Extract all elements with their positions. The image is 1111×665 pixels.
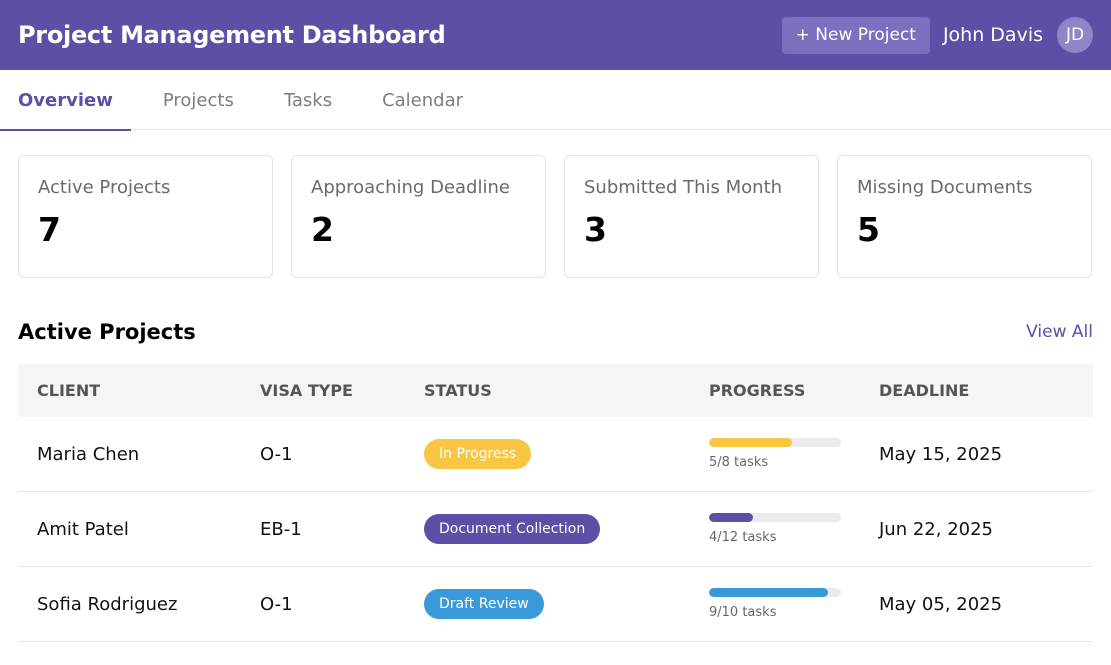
progress-cell: 5/8 tasks bbox=[709, 438, 879, 470]
avatar[interactable]: JD bbox=[1057, 17, 1093, 53]
projects-table: CLIENT VISA TYPE STATUS PROGRESS DEADLIN… bbox=[18, 364, 1093, 642]
stat-value: 5 bbox=[857, 210, 880, 249]
visa-type: O-1 bbox=[260, 443, 293, 465]
progress-fill bbox=[709, 513, 753, 522]
progress-text: 5/8 tasks bbox=[709, 455, 769, 470]
stat-value: 2 bbox=[311, 210, 334, 249]
tab-projects[interactable]: Projects bbox=[145, 70, 252, 130]
stats-cards: Active Projects 7 Approaching Deadline 2… bbox=[0, 130, 1111, 278]
column-header-visa-type[interactable]: VISA TYPE bbox=[260, 381, 424, 400]
client-name: Amit Patel bbox=[37, 518, 129, 540]
tab-tasks[interactable]: Tasks bbox=[266, 70, 350, 130]
stat-label: Submitted This Month bbox=[584, 177, 783, 198]
stat-card-submitted-this-month: Submitted This Month 3 bbox=[564, 155, 819, 278]
stat-value: 3 bbox=[584, 210, 607, 249]
visa-type: O-1 bbox=[260, 593, 293, 615]
user-name[interactable]: John Davis bbox=[943, 24, 1043, 46]
stat-label: Missing Documents bbox=[857, 177, 1033, 198]
stat-card-approaching-deadline: Approaching Deadline 2 bbox=[291, 155, 546, 278]
progress-bar bbox=[709, 513, 841, 522]
column-header-client[interactable]: CLIENT bbox=[18, 381, 260, 400]
status-cell: Draft Review bbox=[424, 589, 709, 619]
tab-overview[interactable]: Overview bbox=[0, 70, 131, 131]
section-title: Active Projects bbox=[18, 320, 196, 344]
progress-bar bbox=[709, 438, 841, 447]
app-header: Project Management Dashboard + New Proje… bbox=[0, 0, 1111, 70]
status-cell: Document Collection bbox=[424, 514, 709, 544]
progress-text: 4/12 tasks bbox=[709, 530, 777, 545]
column-header-status[interactable]: STATUS bbox=[424, 381, 709, 400]
app-title: Project Management Dashboard bbox=[18, 21, 446, 49]
status-cell: In Progress bbox=[424, 439, 709, 469]
progress-cell: 9/10 tasks bbox=[709, 588, 879, 620]
progress-bar bbox=[709, 588, 841, 597]
stat-value: 7 bbox=[38, 210, 61, 249]
client-name: Maria Chen bbox=[37, 443, 140, 465]
tab-bar: Overview Projects Tasks Calendar bbox=[0, 70, 1111, 131]
table-header: CLIENT VISA TYPE STATUS PROGRESS DEADLIN… bbox=[18, 364, 1093, 417]
progress-fill bbox=[709, 438, 792, 447]
progress-text: 9/10 tasks bbox=[709, 605, 777, 620]
status-badge: Draft Review bbox=[424, 589, 544, 619]
view-all-link[interactable]: View All bbox=[1026, 322, 1093, 342]
client-name: Sofia Rodriguez bbox=[37, 593, 178, 615]
progress-cell: 4/12 tasks bbox=[709, 513, 879, 545]
deadline: Jun 22, 2025 bbox=[879, 518, 994, 540]
column-header-progress[interactable]: PROGRESS bbox=[709, 381, 879, 400]
progress-fill bbox=[709, 588, 828, 597]
stat-card-missing-documents: Missing Documents 5 bbox=[837, 155, 1092, 278]
active-projects-header: Active Projects View All bbox=[0, 320, 1111, 344]
table-row[interactable]: Maria Chen O-1 In Progress 5/8 tasks May… bbox=[18, 417, 1093, 492]
stat-card-active-projects: Active Projects 7 bbox=[18, 155, 273, 278]
deadline: May 15, 2025 bbox=[879, 443, 1003, 465]
stat-label: Active Projects bbox=[38, 177, 171, 198]
header-actions: + New Project John Davis JD bbox=[781, 0, 1093, 70]
table-row[interactable]: Amit Patel EB-1 Document Collection 4/12… bbox=[18, 492, 1093, 567]
status-badge: In Progress bbox=[424, 439, 532, 469]
stat-label: Approaching Deadline bbox=[311, 177, 510, 198]
deadline: May 05, 2025 bbox=[879, 593, 1003, 615]
table-row[interactable]: Sofia Rodriguez O-1 Draft Review 9/10 ta… bbox=[18, 567, 1093, 642]
tab-calendar[interactable]: Calendar bbox=[364, 70, 481, 130]
visa-type: EB-1 bbox=[260, 518, 302, 540]
status-badge: Document Collection bbox=[424, 514, 601, 544]
column-header-deadline[interactable]: DEADLINE bbox=[879, 381, 1093, 400]
new-project-button[interactable]: + New Project bbox=[781, 16, 930, 54]
